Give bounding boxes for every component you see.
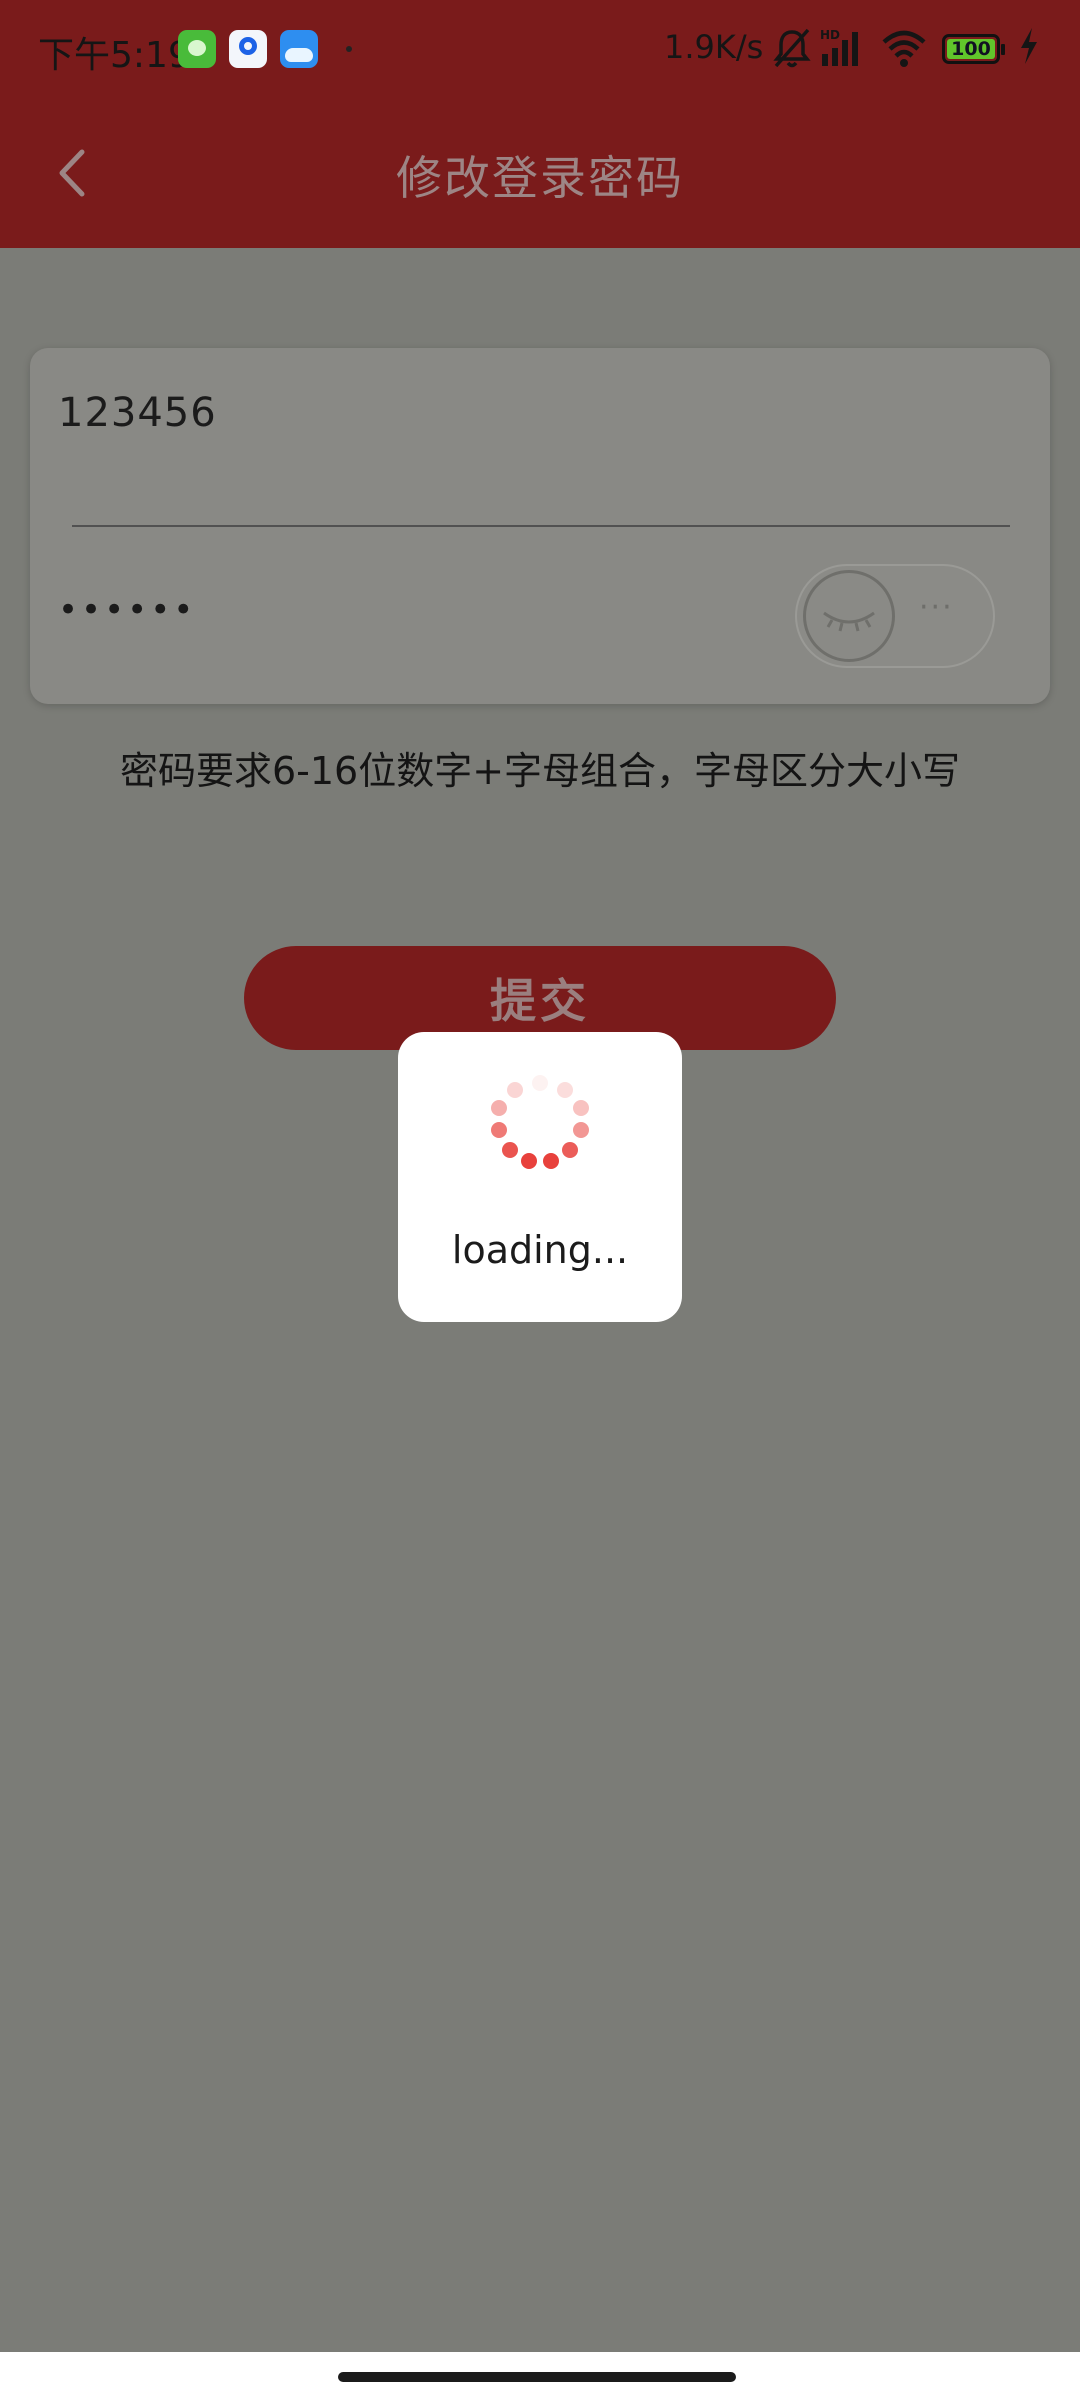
- cat-app-icon: [178, 30, 216, 68]
- confirm-password-field[interactable]: ••••••: [58, 590, 196, 630]
- password-hint: 密码要求6-16位数字+字母组合，字母区分大小写: [119, 749, 961, 793]
- network-speed: 1.9K/s: [664, 28, 764, 66]
- more-dots-icon: ···: [919, 590, 954, 625]
- eye-closed-icon: [823, 611, 875, 632]
- toggle-knob: [803, 570, 895, 662]
- loading-dialog: loading...: [398, 1032, 682, 1322]
- notification-dot: [346, 46, 352, 52]
- home-indicator[interactable]: [338, 2372, 736, 2382]
- page-title: 修改登录密码: [396, 151, 684, 205]
- svg-text:HD: HD: [820, 28, 840, 42]
- loading-text: loading...: [451, 1228, 629, 1272]
- field-divider: [72, 525, 1010, 527]
- battery-level: 100: [947, 39, 995, 59]
- app-header: 修改登录密码: [0, 98, 1080, 248]
- browser-app-icon: [229, 30, 267, 68]
- status-bar: 下午5:19 1.9K/s HD 100: [0, 0, 1080, 98]
- new-password-field[interactable]: 123456: [58, 390, 217, 436]
- battery-icon: 100: [942, 34, 1005, 64]
- password-visibility-toggle[interactable]: ···: [795, 564, 995, 668]
- wifi-icon: [882, 30, 926, 67]
- status-time: 下午5:19: [38, 35, 191, 76]
- loading-spinner-icon: [491, 1075, 589, 1169]
- charging-icon: [1021, 28, 1037, 64]
- cloud-app-icon: [280, 30, 318, 68]
- hd-signal-icon: HD: [820, 28, 858, 66]
- mute-icon: [773, 28, 811, 68]
